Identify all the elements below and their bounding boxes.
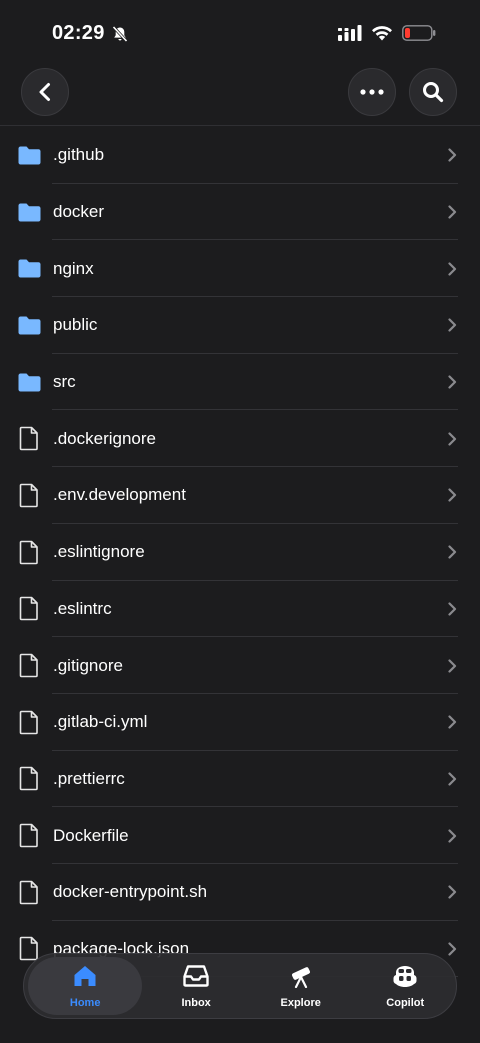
chevron-right-icon <box>446 772 458 786</box>
tab-home[interactable]: Home <box>28 957 143 1015</box>
status-bar: 02:29 <box>0 0 480 62</box>
home-icon <box>72 964 98 993</box>
file-name: .prettierrc <box>53 768 125 788</box>
tab-copilot[interactable]: Copilot <box>354 957 456 1015</box>
file-icon <box>16 823 42 849</box>
wifi-icon <box>372 26 392 41</box>
chevron-right-icon <box>446 148 458 162</box>
file-icon <box>16 426 42 452</box>
file-row[interactable]: docker <box>0 184 480 241</box>
file-icon <box>16 482 42 508</box>
more-button[interactable] <box>348 68 396 116</box>
tab-label: Home <box>69 996 101 1009</box>
file-row[interactable]: nginx <box>0 240 480 297</box>
battery-icon <box>402 25 436 41</box>
copilot-icon <box>392 964 418 993</box>
file-row[interactable]: .eslintignore <box>0 524 480 581</box>
file-name: src <box>53 372 76 392</box>
back-button[interactable] <box>21 68 69 116</box>
chevron-right-icon <box>446 545 458 559</box>
tab-bar: Home Inbox Explore Copilot <box>23 953 457 1019</box>
file-name: public <box>53 315 98 335</box>
folder-icon <box>16 142 42 168</box>
folder-icon <box>16 312 42 338</box>
chevron-right-icon <box>446 885 458 899</box>
folder-icon <box>16 199 42 225</box>
signal-icon <box>338 25 362 41</box>
file-icon <box>16 879 42 905</box>
file-list: .github docker nginx public src .dockerignore… <box>0 127 480 978</box>
file-name: docker <box>53 202 105 222</box>
file-row[interactable]: .env.development <box>0 467 480 524</box>
folder-icon <box>16 256 42 282</box>
file-name: .github <box>53 145 105 165</box>
file-icon <box>16 766 42 792</box>
file-icon <box>16 653 42 679</box>
folder-icon <box>16 369 42 395</box>
file-icon <box>16 709 42 735</box>
file-name: nginx <box>53 258 94 278</box>
chevron-right-icon <box>446 942 458 956</box>
file-name: .eslintrc <box>53 598 112 618</box>
bell-slash-icon <box>112 25 128 42</box>
chevron-right-icon <box>446 602 458 616</box>
file-row[interactable]: .dockerignore <box>0 410 480 467</box>
chevron-right-icon <box>446 658 458 673</box>
chevron-right-icon <box>446 205 458 219</box>
tab-inbox[interactable]: Inbox <box>145 957 247 1015</box>
tab-label: Inbox <box>181 996 211 1009</box>
file-name: .gitlab-ci.yml <box>53 712 148 732</box>
nav-bar <box>0 68 480 126</box>
file-row[interactable]: src <box>0 354 480 411</box>
file-row[interactable]: .prettierrc <box>0 751 480 808</box>
file-row[interactable]: docker-entrypoint.sh <box>0 864 480 921</box>
file-name: docker-entrypoint.sh <box>53 882 208 902</box>
chevron-right-icon <box>446 262 458 276</box>
chevron-right-icon <box>446 318 458 333</box>
file-row[interactable]: .gitignore <box>0 637 480 694</box>
status-right <box>338 25 436 41</box>
status-time: 02:29 <box>52 22 105 44</box>
file-row[interactable]: public <box>0 297 480 354</box>
chevron-right-icon <box>446 715 458 729</box>
screen: 02:29 .github docker nginx public src .d… <box>0 0 480 1043</box>
chevron-right-icon <box>446 375 458 389</box>
file-icon <box>16 596 42 622</box>
status-time-group: 02:29 <box>52 22 129 45</box>
search-button[interactable] <box>409 68 457 116</box>
file-name: .dockerignore <box>53 428 157 448</box>
file-row[interactable]: Dockerfile <box>0 807 480 864</box>
ellipsis-icon <box>360 89 384 95</box>
file-row[interactable]: .gitlab-ci.yml <box>0 694 480 751</box>
file-icon <box>16 539 42 565</box>
inbox-icon <box>183 964 209 993</box>
file-name: .gitignore <box>53 655 123 675</box>
file-row[interactable]: .eslintrc <box>0 581 480 638</box>
search-icon <box>423 82 444 103</box>
chevron-right-icon <box>446 432 458 446</box>
chevron-right-icon <box>446 828 458 843</box>
file-name: .eslintignore <box>53 542 145 562</box>
chevron-left-icon <box>39 83 50 101</box>
tab-label: Copilot <box>386 996 425 1009</box>
file-name: .env.development <box>53 485 186 505</box>
chevron-right-icon <box>446 488 458 503</box>
tab-explore[interactable]: Explore <box>250 957 352 1015</box>
tab-label: Explore <box>280 996 321 1009</box>
telescope-icon <box>288 964 314 993</box>
file-row[interactable]: .github <box>0 127 480 184</box>
file-name: Dockerfile <box>53 825 129 845</box>
